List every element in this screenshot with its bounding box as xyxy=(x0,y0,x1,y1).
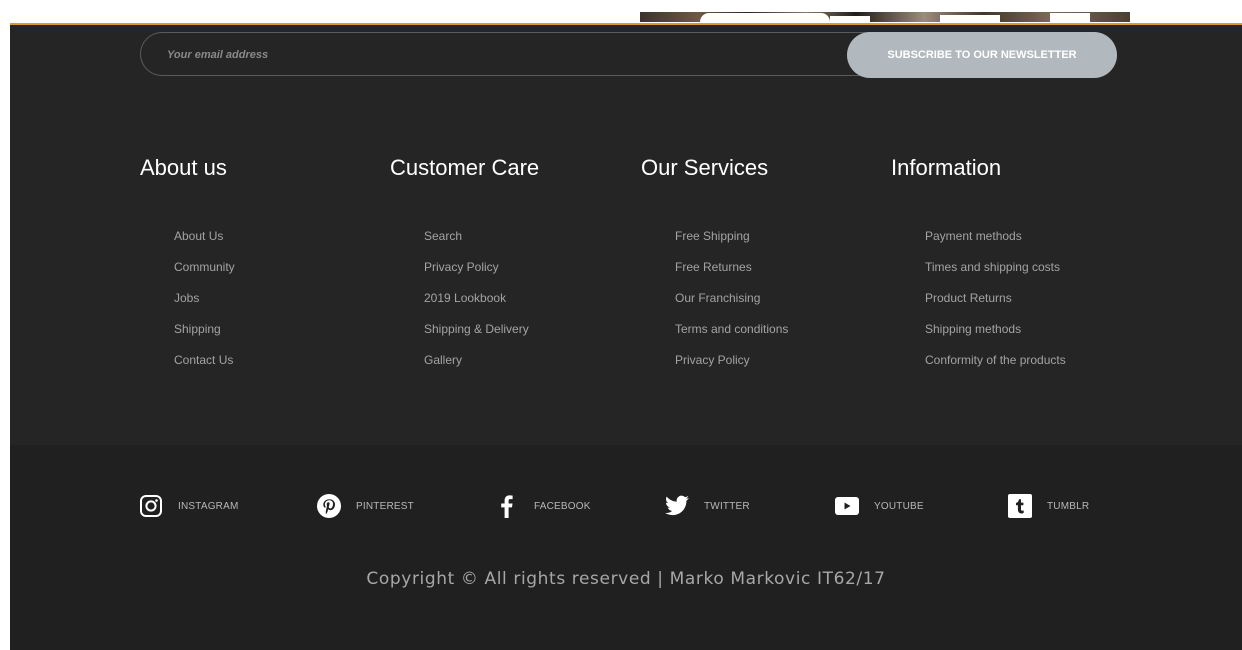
social-link-tumblr[interactable]: TUMBLR xyxy=(1007,493,1089,519)
footer-link[interactable]: Search xyxy=(424,229,462,243)
social-bar: INSTAGRAM PINTEREST FACEBOOK TWITTER YOU… xyxy=(10,445,1242,650)
instagram-icon xyxy=(138,493,164,519)
footer-link[interactable]: 2019 Lookbook xyxy=(424,291,506,305)
footer-link-list: About Us Community Jobs Shipping Contact… xyxy=(174,227,380,382)
footer-link[interactable]: Times and shipping costs xyxy=(925,260,1060,274)
copyright-text: Copyright © All rights reserved | Marko … xyxy=(366,569,886,589)
footer-link[interactable]: Our Franchising xyxy=(675,291,760,305)
footer-link[interactable]: Conformity of the products xyxy=(925,353,1066,367)
footer-link[interactable]: Terms and conditions xyxy=(675,322,788,336)
social-label: TWITTER xyxy=(704,500,750,512)
footer-column-about: About us About Us Community Jobs Shippin… xyxy=(140,155,380,382)
tumblr-icon xyxy=(1007,493,1033,519)
social-label: PINTEREST xyxy=(356,500,414,512)
footer-link[interactable]: Jobs xyxy=(174,291,199,305)
footer-link[interactable]: Free Shipping xyxy=(675,229,750,243)
footer-link-list: Payment methods Times and shipping costs… xyxy=(925,227,1131,382)
footer-column-services: Our Services Free Shipping Free Returnes… xyxy=(641,155,881,382)
footer-link-list: Free Shipping Free Returnes Our Franchis… xyxy=(675,227,881,382)
social-link-instagram[interactable]: INSTAGRAM xyxy=(138,493,239,519)
footer-link[interactable]: Gallery xyxy=(424,353,462,367)
footer-link[interactable]: Privacy Policy xyxy=(675,353,750,367)
newsletter-email-input[interactable] xyxy=(165,43,809,67)
footer-link[interactable]: Free Returnes xyxy=(675,260,752,274)
footer-link[interactable]: Shipping methods xyxy=(925,322,1021,336)
social-label: TUMBLR xyxy=(1047,500,1090,512)
social-label: YOUTUBE xyxy=(874,500,924,512)
footer-link[interactable]: Shipping xyxy=(174,322,221,336)
footer-link[interactable]: Community xyxy=(174,260,235,274)
footer-accent-line xyxy=(10,23,1242,25)
youtube-icon xyxy=(834,493,860,519)
twitter-icon xyxy=(664,493,690,519)
column-title: Customer Care xyxy=(390,155,540,180)
facebook-icon xyxy=(494,493,520,519)
footer-link[interactable]: Privacy Policy xyxy=(424,260,499,274)
column-title: Our Services xyxy=(641,155,769,180)
footer-link-list: Search Privacy Policy 2019 Lookbook Ship… xyxy=(424,227,630,382)
social-link-pinterest[interactable]: PINTEREST xyxy=(316,493,414,519)
footer-link[interactable]: Shipping & Delivery xyxy=(424,322,529,336)
column-title: About us xyxy=(140,155,227,180)
pinterest-icon xyxy=(316,493,342,519)
footer-column-information: Information Payment methods Times and sh… xyxy=(891,155,1131,382)
subscribe-button[interactable]: SUBSCRIBE TO OUR NEWSLETTER xyxy=(847,32,1117,78)
footer-link[interactable]: Payment methods xyxy=(925,229,1022,243)
hero-image-edge xyxy=(640,12,1130,22)
footer-link[interactable]: Contact Us xyxy=(174,353,233,367)
social-label: INSTAGRAM xyxy=(178,500,239,512)
footer-column-customer-care: Customer Care Search Privacy Policy 2019… xyxy=(390,155,630,382)
footer-link[interactable]: About Us xyxy=(174,229,223,243)
social-link-facebook[interactable]: FACEBOOK xyxy=(494,493,591,519)
social-label: FACEBOOK xyxy=(534,500,591,512)
footer-link[interactable]: Product Returns xyxy=(925,291,1012,305)
site-footer: SUBSCRIBE TO OUR NEWSLETTER About us Abo… xyxy=(10,23,1242,650)
social-link-twitter[interactable]: TWITTER xyxy=(664,493,750,519)
social-link-youtube[interactable]: YOUTUBE xyxy=(834,493,924,519)
column-title: Information xyxy=(891,155,1002,180)
newsletter-form: SUBSCRIBE TO OUR NEWSLETTER xyxy=(140,32,1117,78)
